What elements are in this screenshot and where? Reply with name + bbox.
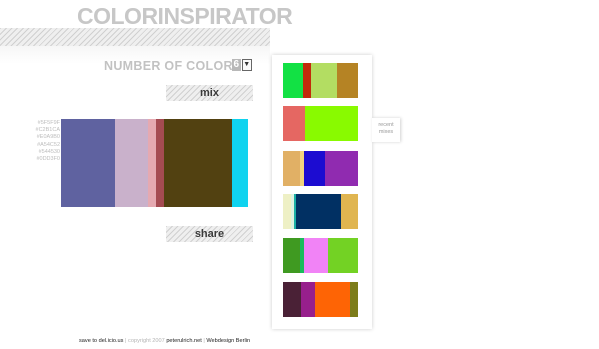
number-of-colors-label: NUMBER OF COLORS (104, 59, 242, 73)
recent-mix-item[interactable] (283, 106, 358, 141)
mix-button[interactable]: mix (166, 85, 253, 101)
palette-swatch (232, 119, 248, 207)
recent-mix-swatch (283, 63, 303, 98)
dropdown-arrow-icon[interactable]: ▼ (241, 59, 252, 71)
recent-mix-swatch (325, 151, 358, 186)
copyright-text: copyright 2007 (128, 338, 165, 344)
share-button[interactable]: share (166, 226, 253, 242)
recent-mix-swatch (283, 238, 300, 273)
recent-mix-swatch (305, 106, 358, 141)
recent-mix-item[interactable] (283, 194, 358, 229)
recent-mix-swatch (328, 238, 358, 273)
author-link[interactable]: peterulrich.net (166, 338, 201, 344)
recent-mix-swatch (304, 238, 328, 273)
recent-mixes-tab[interactable]: recent mixes (372, 118, 400, 142)
recent-mixes-panel (272, 55, 372, 329)
footer-separator: | (203, 338, 205, 344)
recent-mix-swatch (315, 282, 350, 317)
recent-mix-swatch (283, 282, 301, 317)
recent-mix-swatch (283, 106, 305, 141)
footer: save to del.icio.us | copyright 2007 pet… (79, 338, 279, 344)
hex-code: #0DD3F0 (36, 156, 60, 163)
header-hatch-band (0, 28, 270, 46)
recent-mix-swatch (304, 151, 325, 186)
palette-swatch (61, 119, 115, 207)
number-of-colors-value: 6 (232, 59, 241, 71)
recent-mix-swatch (303, 63, 311, 98)
palette-swatch (164, 119, 232, 207)
app-title-logo: COLORINSPIRATOR (77, 3, 293, 29)
save-to-delicious-link[interactable]: save to del.icio.us (79, 338, 123, 344)
recent-mix-swatch (301, 282, 315, 317)
recent-mix-swatch (311, 63, 337, 98)
current-palette (61, 119, 248, 207)
recent-mix-item[interactable] (283, 238, 358, 273)
recent-mix-item[interactable] (283, 282, 358, 317)
recent-mix-swatch (283, 151, 300, 186)
recent-mix-swatch (341, 194, 358, 229)
recent-mix-swatch (337, 63, 358, 98)
hex-code-list: #5F5F9F #C2B1CA #E0A9B0 #A54C52 #544530 #0DD3… (20, 120, 60, 163)
palette-swatch (148, 119, 156, 207)
hex-code: #5F5F9F (37, 120, 60, 126)
webdesign-berlin-link[interactable]: Webdesign Berlin (206, 338, 250, 344)
recent-mix-swatch (296, 194, 341, 229)
recent-mix-item[interactable] (283, 151, 358, 186)
footer-separator: | (125, 338, 127, 344)
hex-code: #544530 (38, 148, 60, 155)
hex-code: #C2B1CA (35, 127, 60, 134)
recent-mix-swatch (350, 282, 358, 317)
palette-swatch (115, 119, 148, 207)
hex-code: #E0A9B0 (36, 134, 60, 141)
palette-swatch (156, 119, 164, 207)
hex-code: #A54C52 (37, 141, 60, 148)
recent-mix-swatch (283, 194, 291, 229)
recent-mix-item[interactable] (283, 63, 358, 98)
number-of-colors-select[interactable]: 6 ▼ (232, 59, 252, 71)
